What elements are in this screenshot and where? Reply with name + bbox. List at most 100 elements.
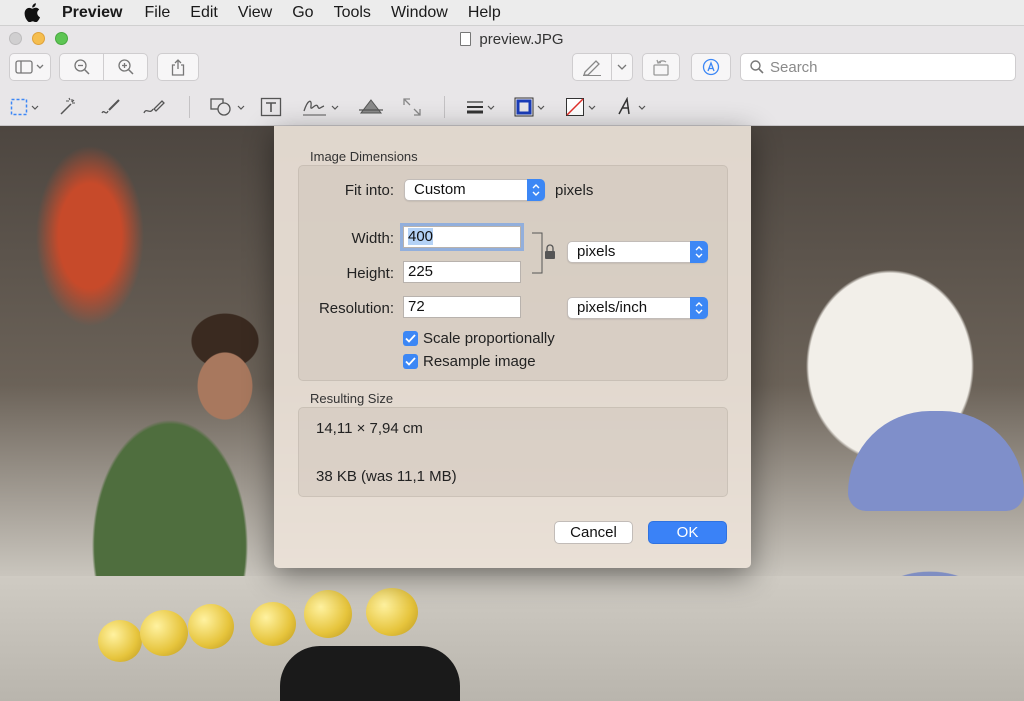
checkmark-icon (403, 354, 418, 369)
zoom-in-button[interactable] (103, 53, 148, 81)
scale-proportionally-checkbox[interactable]: Scale proportionally (403, 330, 555, 347)
markup-pen-button[interactable] (572, 53, 612, 81)
zoom-out-icon (73, 59, 90, 75)
resulting-size-heading: Resulting Size (310, 391, 394, 406)
search-field[interactable]: Search (740, 53, 1016, 81)
resulting-filesize: 38 KB (was 11,1 MB) (316, 468, 457, 485)
zoom-in-icon (117, 59, 134, 75)
photo-lemon (140, 610, 188, 656)
markup-toolbar-button[interactable] (691, 53, 731, 81)
width-label: Width: (351, 230, 394, 247)
height-label: Height: (346, 265, 394, 282)
markup-pen-menu-button[interactable] (611, 53, 633, 81)
window-title: preview.JPG (0, 31, 1024, 48)
adjust-size-dialog: Image Dimensions Fit into: Custom pixels… (274, 126, 751, 568)
share-button[interactable] (157, 53, 199, 81)
zoom-out-button[interactable] (59, 53, 104, 81)
resolution-field[interactable]: 72 (403, 296, 521, 318)
photo-black-bag (280, 646, 460, 701)
width-value: 400 (408, 228, 434, 245)
cancel-button[interactable]: Cancel (554, 521, 633, 544)
chevron-down-icon (638, 105, 646, 110)
menu-tools[interactable]: Tools (334, 4, 371, 22)
menu-help[interactable]: Help (468, 4, 501, 22)
photo-lemon (98, 620, 142, 662)
toolbar: Search (0, 52, 1024, 88)
resize-icon (403, 98, 421, 116)
size-unit-popup[interactable]: pixels (567, 241, 708, 263)
sketch-icon (101, 99, 120, 114)
height-field[interactable]: 225 (403, 261, 521, 283)
fit-into-popup[interactable]: Custom (404, 179, 545, 201)
pen-icon (583, 60, 601, 76)
resolution-unit-popup[interactable]: pixels/inch (567, 297, 708, 319)
text-tool-button[interactable] (260, 96, 282, 118)
resample-image-label: Resample image (423, 353, 536, 370)
fit-into-label: Fit into: (344, 182, 394, 199)
fill-color-button[interactable] (565, 96, 596, 118)
share-icon (171, 58, 185, 76)
search-placeholder: Search (770, 58, 818, 76)
shapes-icon (210, 98, 231, 116)
sidebar-icon (15, 60, 44, 74)
resolution-label: Resolution: (318, 300, 394, 317)
chevron-down-icon (331, 105, 339, 110)
markup-bar (0, 88, 1024, 126)
rotate-icon (653, 59, 669, 76)
window-title-text: preview.JPG (479, 31, 564, 48)
scale-proportionally-label: Scale proportionally (423, 330, 555, 347)
fit-into-value: Custom (414, 181, 466, 198)
adjust-color-icon (359, 99, 383, 114)
search-icon (750, 60, 764, 74)
border-color-button[interactable] (514, 96, 545, 118)
adjust-size-button[interactable] (402, 96, 422, 118)
checkmark-icon (403, 331, 418, 346)
rotate-button[interactable] (642, 53, 680, 81)
shape-style-button[interactable] (466, 96, 495, 118)
lock-icon[interactable] (530, 232, 558, 274)
apple-icon[interactable] (22, 3, 42, 23)
menu-edit[interactable]: Edit (190, 4, 218, 22)
draw-icon (143, 100, 165, 114)
border-color-icon (514, 97, 534, 117)
ok-button[interactable]: OK (648, 521, 727, 544)
chevron-down-icon (237, 105, 245, 110)
chevron-down-icon (617, 64, 627, 70)
markup-icon (702, 58, 720, 76)
sidebar-toggle-button[interactable] (9, 53, 51, 81)
sign-button[interactable] (302, 96, 339, 118)
fill-color-icon (566, 98, 584, 116)
text-style-button[interactable] (617, 96, 646, 118)
photo-lemon (188, 604, 234, 649)
adjust-color-button[interactable] (358, 96, 384, 118)
sketch-tool-button[interactable] (100, 96, 122, 118)
text-box-icon (260, 97, 282, 117)
menu-file[interactable]: File (144, 4, 170, 22)
popup-arrows-icon (690, 297, 708, 319)
document-icon (460, 32, 472, 46)
image-dimensions-heading: Image Dimensions (310, 149, 418, 164)
popup-arrows-icon (690, 241, 708, 263)
menu-view[interactable]: View (238, 4, 272, 22)
selection-tool-button[interactable] (10, 96, 39, 118)
resulting-dimensions: 14,11 × 7,94 cm (316, 420, 423, 437)
chevron-down-icon (537, 105, 545, 110)
width-field[interactable]: 400 (403, 226, 521, 248)
shapes-button[interactable] (210, 96, 245, 118)
magic-wand-icon (60, 97, 75, 115)
draw-tool-button[interactable] (142, 96, 166, 118)
instant-alpha-button[interactable] (58, 96, 78, 118)
menu-go[interactable]: Go (292, 4, 313, 22)
photo-beanie (848, 411, 1024, 511)
menu-app-name[interactable]: Preview (62, 4, 122, 22)
line-weight-icon (467, 101, 483, 114)
height-value: 225 (408, 263, 434, 280)
font-icon (618, 97, 630, 115)
size-unit-value: pixels (577, 243, 616, 260)
menu-window[interactable]: Window (391, 4, 448, 22)
resample-image-checkbox[interactable]: Resample image (403, 353, 536, 370)
rectangular-selection-icon (10, 98, 28, 116)
photo-lemon (250, 602, 296, 646)
fit-into-unit: pixels (555, 182, 594, 199)
toolbar-separator (189, 96, 190, 118)
